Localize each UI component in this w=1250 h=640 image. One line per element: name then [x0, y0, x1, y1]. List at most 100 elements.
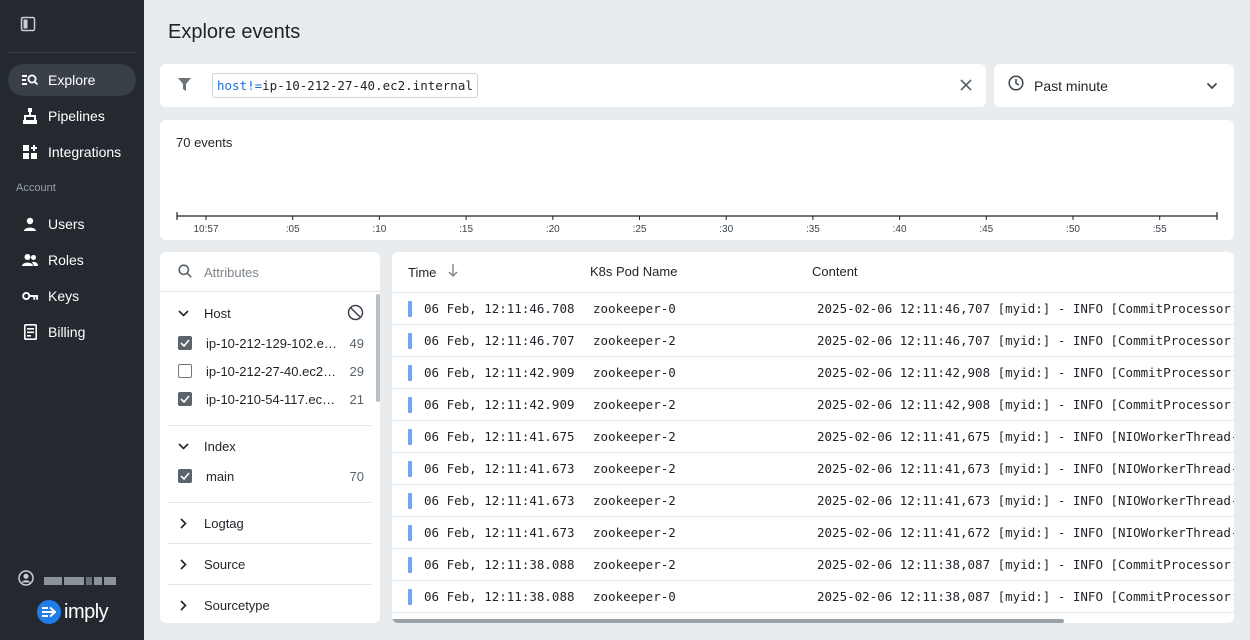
column-header-k8s-pod-name[interactable]: K8s Pod Name	[590, 264, 677, 279]
attributes-panel: Attributes Host ip-10-212-129-102.ec2.in…	[160, 252, 380, 623]
table-row[interactable]: 06 Feb, 12:11:46.708 zookeeper-0 2025-02-0…	[392, 293, 1234, 325]
row-marker	[408, 397, 412, 413]
row-content: 2025-02-06 12:11:46,707 [myid:] - INFO […	[817, 301, 1234, 316]
row-content: 2025-02-06 12:11:41,672 [myid:] - INFO […	[817, 525, 1234, 540]
checkbox-checked[interactable]	[178, 469, 192, 483]
axis-tick-label: :30	[719, 224, 733, 235]
exclude-block-icon[interactable]	[347, 304, 364, 326]
user-icon	[22, 216, 38, 232]
table-row[interactable]: 06 Feb, 12:11:42.909 zookeeper-0 2025-02-0…	[392, 357, 1234, 389]
row-time: 06 Feb, 12:11:41.673	[424, 493, 575, 508]
column-header-content[interactable]: Content	[812, 264, 858, 279]
attribute-group-index[interactable]: Index	[178, 439, 236, 454]
attribute-group-label: Index	[204, 439, 236, 454]
sidebar-item-explore[interactable]: Explore	[8, 64, 136, 96]
histogram-time-axis: 10:57:05:10:15:20:25:30:35:40:45:50:55	[176, 212, 1218, 235]
row-marker	[408, 301, 412, 317]
row-marker	[408, 365, 412, 381]
horizontal-scrollbar[interactable]	[392, 619, 1064, 623]
axis-tick-label: :10	[372, 224, 386, 235]
page-title: Explore events	[168, 21, 301, 43]
time-range-select[interactable]: Past minute	[994, 64, 1234, 107]
event-histogram: 70 events 10:57:05:10:15:20:25:30:35:40:…	[160, 120, 1234, 240]
sidebar-item-roles[interactable]: Roles	[8, 244, 136, 276]
checkbox-checked[interactable]	[178, 336, 192, 350]
attributes-scrollbar[interactable]	[376, 294, 380, 402]
row-pod: zookeeper-2	[593, 333, 676, 348]
key-icon	[22, 288, 38, 304]
row-pod: zookeeper-0	[593, 365, 676, 380]
chevron-down-icon	[178, 308, 192, 319]
attribute-value-row[interactable]: ip-10-210-54-117.ec2.internal 21	[178, 389, 364, 409]
attribute-value-row[interactable]: main 70	[178, 466, 364, 486]
sidebar: Explore Pipelines Integrations Account U…	[0, 0, 144, 640]
group-divider	[168, 502, 372, 503]
table-row[interactable]: 06 Feb, 12:11:46.707 zookeeper-2 2025-02-0…	[392, 325, 1234, 357]
clock-icon	[1008, 75, 1024, 96]
attribute-group-logtag[interactable]: Logtag	[178, 516, 244, 531]
attribute-group-label: Logtag	[204, 516, 244, 531]
chevron-right-icon	[178, 518, 192, 529]
sidebar-item-label: Users	[48, 216, 85, 232]
row-content: 2025-02-06 12:11:38,087 [myid:] - INFO […	[817, 557, 1234, 572]
sidebar-item-users[interactable]: Users	[8, 208, 136, 240]
row-marker	[408, 493, 412, 509]
attribute-value-count: 29	[349, 363, 364, 379]
table-row[interactable]: 06 Feb, 12:11:42.909 zookeeper-2 2025-02-0…	[392, 389, 1234, 421]
chevron-down-icon	[178, 441, 192, 452]
sidebar-item-keys[interactable]: Keys	[8, 280, 136, 312]
attribute-group-source[interactable]: Source	[178, 557, 245, 572]
attribute-group-sourcetype[interactable]: Sourcetype	[178, 598, 270, 613]
attribute-value-row[interactable]: ip-10-212-129-102.ec2.internal 49	[178, 333, 364, 353]
axis-tick-label: :35	[806, 224, 820, 235]
sidebar-collapse-icon[interactable]	[20, 16, 36, 32]
sidebar-item-label: Explore	[48, 72, 96, 88]
filter-bar[interactable]: host!=ip-10-212-27-40.ec2.internal	[160, 64, 986, 107]
row-pod: zookeeper-0	[593, 301, 676, 316]
row-time: 06 Feb, 12:11:41.675	[424, 429, 575, 444]
sidebar-item-billing[interactable]: Billing	[8, 316, 136, 348]
sort-descending-icon[interactable]	[448, 264, 458, 280]
table-row[interactable]: 06 Feb, 12:11:38.088 zookeeper-0 2025-02-0…	[392, 581, 1234, 613]
clear-filter-icon[interactable]	[960, 78, 972, 96]
attribute-value-row[interactable]: ip-10-212-27-40.ec2.internal 29	[178, 361, 364, 381]
attribute-value-label: main	[206, 468, 235, 484]
column-header-time[interactable]: Time	[408, 264, 458, 280]
sidebar-section-label: Account	[16, 182, 56, 194]
billing-icon	[22, 324, 38, 340]
explore-icon	[22, 72, 38, 88]
attribute-group-host[interactable]: Host	[178, 306, 231, 321]
table-row[interactable]: 06 Feb, 12:11:41.673 zookeeper-2 2025-02-0…	[392, 453, 1234, 485]
row-content: 2025-02-06 12:11:42,908 [myid:] - INFO […	[817, 365, 1234, 380]
sidebar-item-label: Billing	[48, 324, 86, 340]
sidebar-item-integrations[interactable]: Integrations	[8, 136, 136, 168]
attribute-group-label: Host	[204, 306, 231, 321]
filter-expression-chip[interactable]: host!=ip-10-212-27-40.ec2.internal	[212, 73, 478, 98]
row-marker	[408, 557, 412, 573]
checkbox-checked[interactable]	[178, 392, 192, 406]
attribute-value-count: 70	[349, 468, 364, 484]
row-time: 06 Feb, 12:11:38.088	[424, 589, 575, 604]
row-pod: zookeeper-2	[593, 397, 676, 412]
attribute-value-count: 21	[349, 391, 364, 407]
row-time: 06 Feb, 12:11:38.088	[424, 557, 575, 572]
account-menu[interactable]	[18, 570, 116, 591]
table-row[interactable]: 06 Feb, 12:11:41.673 zookeeper-2 2025-02-0…	[392, 517, 1234, 549]
group-divider	[168, 543, 372, 544]
row-pod: zookeeper-2	[593, 461, 676, 476]
search-icon	[178, 264, 192, 283]
sidebar-item-pipelines[interactable]: Pipelines	[8, 100, 136, 132]
sidebar-item-label: Keys	[48, 288, 80, 304]
table-row[interactable]: 06 Feb, 12:11:41.675 zookeeper-2 2025-02-0…	[392, 421, 1234, 453]
axis-tick-label: 10:57	[193, 224, 218, 235]
axis-tick-label: :25	[633, 224, 647, 235]
attribute-group-label: Sourcetype	[204, 598, 270, 613]
checkbox-unchecked[interactable]	[178, 364, 192, 378]
group-divider	[168, 425, 372, 426]
attributes-search-placeholder: Attributes	[204, 265, 259, 280]
redacted-user-name	[44, 576, 116, 585]
table-row[interactable]: 06 Feb, 12:11:41.673 zookeeper-2 2025-02-0…	[392, 485, 1234, 517]
table-row[interactable]: 06 Feb, 12:11:38.088 zookeeper-2 2025-02-0…	[392, 549, 1234, 581]
attributes-search[interactable]: Attributes	[160, 252, 380, 292]
attribute-value-label: ip-10-212-129-102.ec2.internal	[206, 335, 338, 351]
